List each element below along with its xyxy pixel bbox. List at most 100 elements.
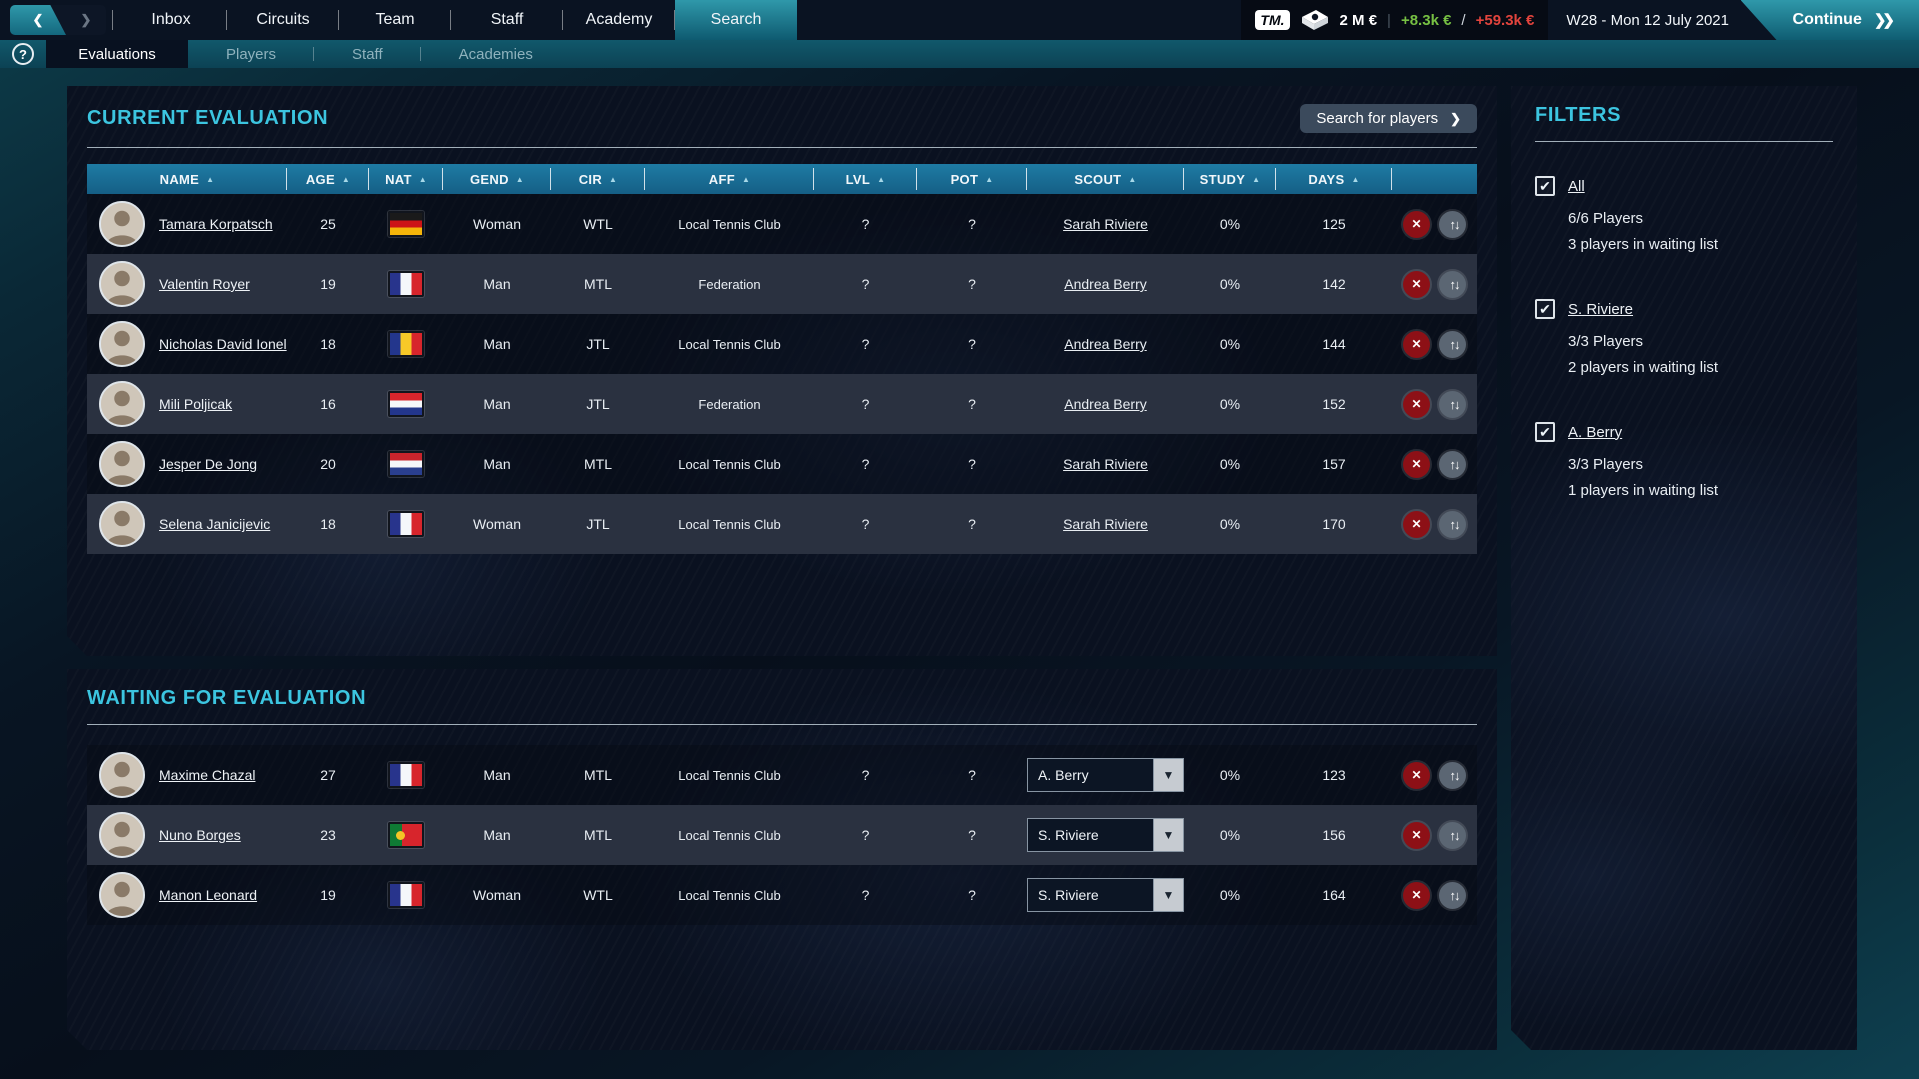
- remove-player-button[interactable]: ✕: [1403, 822, 1430, 849]
- column-header[interactable]: AFF ▲: [645, 164, 814, 194]
- player-name-link[interactable]: Nuno Borges: [159, 827, 241, 843]
- player-avatar[interactable]: [99, 381, 145, 427]
- swap-player-button[interactable]: ↑↓: [1439, 211, 1466, 238]
- player-row: Mili Poljicak 16 Man JTL Federation ? ? …: [87, 374, 1477, 434]
- continue-button[interactable]: Continue ❯❯: [1741, 0, 1919, 40]
- back-button[interactable]: ❮: [10, 5, 66, 35]
- continue-label: Continue: [1793, 11, 1862, 29]
- player-name-link[interactable]: Nicholas David Ionel: [159, 336, 287, 352]
- filter-checkbox[interactable]: ✔: [1535, 176, 1555, 196]
- player-name-link[interactable]: Mili Poljicak: [159, 396, 232, 412]
- player-name-link[interactable]: Tamara Korpatsch: [159, 216, 273, 232]
- filter-label-link[interactable]: A. Berry: [1568, 424, 1622, 441]
- scout-dropdown[interactable]: S. Riviere ▼: [1027, 878, 1184, 912]
- column-header[interactable]: NAT ▲: [369, 164, 443, 194]
- flag-croatia-icon: [388, 391, 424, 417]
- scout-link[interactable]: Andrea Berry: [1027, 336, 1184, 352]
- player-name-link[interactable]: Valentin Royer: [159, 276, 250, 292]
- swap-arrows-icon: ↑↓: [1450, 277, 1459, 292]
- column-header[interactable]: NAME ▲: [87, 164, 287, 194]
- dropdown-caret-icon[interactable]: ▼: [1153, 819, 1183, 851]
- level-value: ?: [814, 456, 917, 472]
- age-value: 18: [287, 516, 369, 532]
- filter-checkbox[interactable]: ✔: [1535, 299, 1555, 319]
- column-header[interactable]: SCOUT ▲: [1027, 164, 1184, 194]
- study-value: 0%: [1184, 216, 1276, 232]
- swap-player-button[interactable]: ↑↓: [1439, 391, 1466, 418]
- history-nav: ❮ ❯: [10, 5, 106, 35]
- remove-player-button[interactable]: ✕: [1403, 271, 1430, 298]
- topbar-tab[interactable]: Inbox: [115, 0, 227, 40]
- gender-value: Woman: [443, 216, 551, 232]
- remove-player-button[interactable]: ✕: [1403, 211, 1430, 238]
- column-header[interactable]: POT ▲: [917, 164, 1027, 194]
- scout-link[interactable]: Sarah Riviere: [1027, 216, 1184, 232]
- swap-arrows-icon: ↑↓: [1450, 397, 1459, 412]
- remove-player-button[interactable]: ✕: [1403, 511, 1430, 538]
- filter-label-link[interactable]: S. Riviere: [1568, 301, 1633, 318]
- dropdown-caret-icon[interactable]: ▼: [1153, 759, 1183, 791]
- forward-button[interactable]: ❯: [66, 5, 106, 35]
- player-avatar[interactable]: [99, 321, 145, 367]
- scout-link[interactable]: Andrea Berry: [1027, 276, 1184, 292]
- player-avatar[interactable]: [99, 812, 145, 858]
- player-name-link[interactable]: Selena Janicijevic: [159, 516, 270, 532]
- subnav-tab[interactable]: Academies: [421, 40, 571, 68]
- swap-player-button[interactable]: ↑↓: [1439, 822, 1466, 849]
- person-silhouette-icon: [101, 814, 143, 856]
- topbar-tab[interactable]: Search: [675, 0, 797, 40]
- subnav-tab[interactable]: Players: [188, 40, 314, 68]
- help-button[interactable]: ?: [12, 43, 34, 65]
- swap-player-button[interactable]: ↑↓: [1439, 451, 1466, 478]
- scout-link[interactable]: Andrea Berry: [1027, 396, 1184, 412]
- subnav-tab[interactable]: Staff: [314, 40, 421, 68]
- swap-player-button[interactable]: ↑↓: [1439, 762, 1466, 789]
- column-header-label: DAYS: [1308, 172, 1344, 187]
- column-header[interactable]: AGE ▲: [287, 164, 369, 194]
- column-header[interactable]: LVL ▲: [814, 164, 917, 194]
- gender-value: Man: [443, 767, 551, 783]
- column-header[interactable]: CIR ▲: [551, 164, 645, 194]
- column-header-label: AFF: [709, 172, 735, 187]
- filter-checkbox[interactable]: ✔: [1535, 422, 1555, 442]
- topbar-tab[interactable]: Team: [339, 0, 451, 40]
- scout-dropdown[interactable]: A. Berry ▼: [1027, 758, 1184, 792]
- column-header[interactable]: STUDY ▲: [1184, 164, 1276, 194]
- person-silhouette-icon: [101, 754, 143, 796]
- swap-player-button[interactable]: ↑↓: [1439, 882, 1466, 909]
- remove-player-button[interactable]: ✕: [1403, 451, 1430, 478]
- remove-player-button[interactable]: ✕: [1403, 762, 1430, 789]
- remove-player-button[interactable]: ✕: [1403, 331, 1430, 358]
- player-avatar[interactable]: [99, 872, 145, 918]
- player-avatar[interactable]: [99, 752, 145, 798]
- topbar-tab[interactable]: Circuits: [227, 0, 339, 40]
- filter-label-link[interactable]: All: [1568, 178, 1585, 195]
- scout-link[interactable]: Sarah Riviere: [1027, 456, 1184, 472]
- player-avatar[interactable]: [99, 261, 145, 307]
- current-evaluation-panel: CURRENT EVALUATION Search for players ❯ …: [67, 86, 1497, 656]
- scout-link[interactable]: Sarah Riviere: [1027, 516, 1184, 532]
- player-avatar[interactable]: [99, 441, 145, 487]
- swap-player-button[interactable]: ↑↓: [1439, 271, 1466, 298]
- close-icon: ✕: [1411, 457, 1421, 471]
- player-name-link[interactable]: Manon Leonard: [159, 887, 257, 903]
- scout-dropdown-value: A. Berry: [1028, 759, 1153, 791]
- swap-player-button[interactable]: ↑↓: [1439, 511, 1466, 538]
- column-header[interactable]: DAYS ▲: [1276, 164, 1392, 194]
- nationality-cell: [369, 331, 443, 357]
- player-avatar[interactable]: [99, 201, 145, 247]
- topbar-tab[interactable]: Staff: [451, 0, 563, 40]
- player-name-link[interactable]: Maxime Chazal: [159, 767, 255, 783]
- remove-player-button[interactable]: ✕: [1403, 882, 1430, 909]
- topbar-tab[interactable]: Academy: [563, 0, 675, 40]
- column-header[interactable]: GEND ▲: [443, 164, 551, 194]
- column-header-label: AGE: [306, 172, 335, 187]
- player-name-link[interactable]: Jesper De Jong: [159, 456, 257, 472]
- player-avatar[interactable]: [99, 501, 145, 547]
- scout-dropdown[interactable]: S. Riviere ▼: [1027, 818, 1184, 852]
- swap-player-button[interactable]: ↑↓: [1439, 331, 1466, 358]
- search-for-players-button[interactable]: Search for players ❯: [1300, 104, 1477, 133]
- dropdown-caret-icon[interactable]: ▼: [1153, 879, 1183, 911]
- subnav-tab[interactable]: Evaluations: [46, 40, 188, 68]
- remove-player-button[interactable]: ✕: [1403, 391, 1430, 418]
